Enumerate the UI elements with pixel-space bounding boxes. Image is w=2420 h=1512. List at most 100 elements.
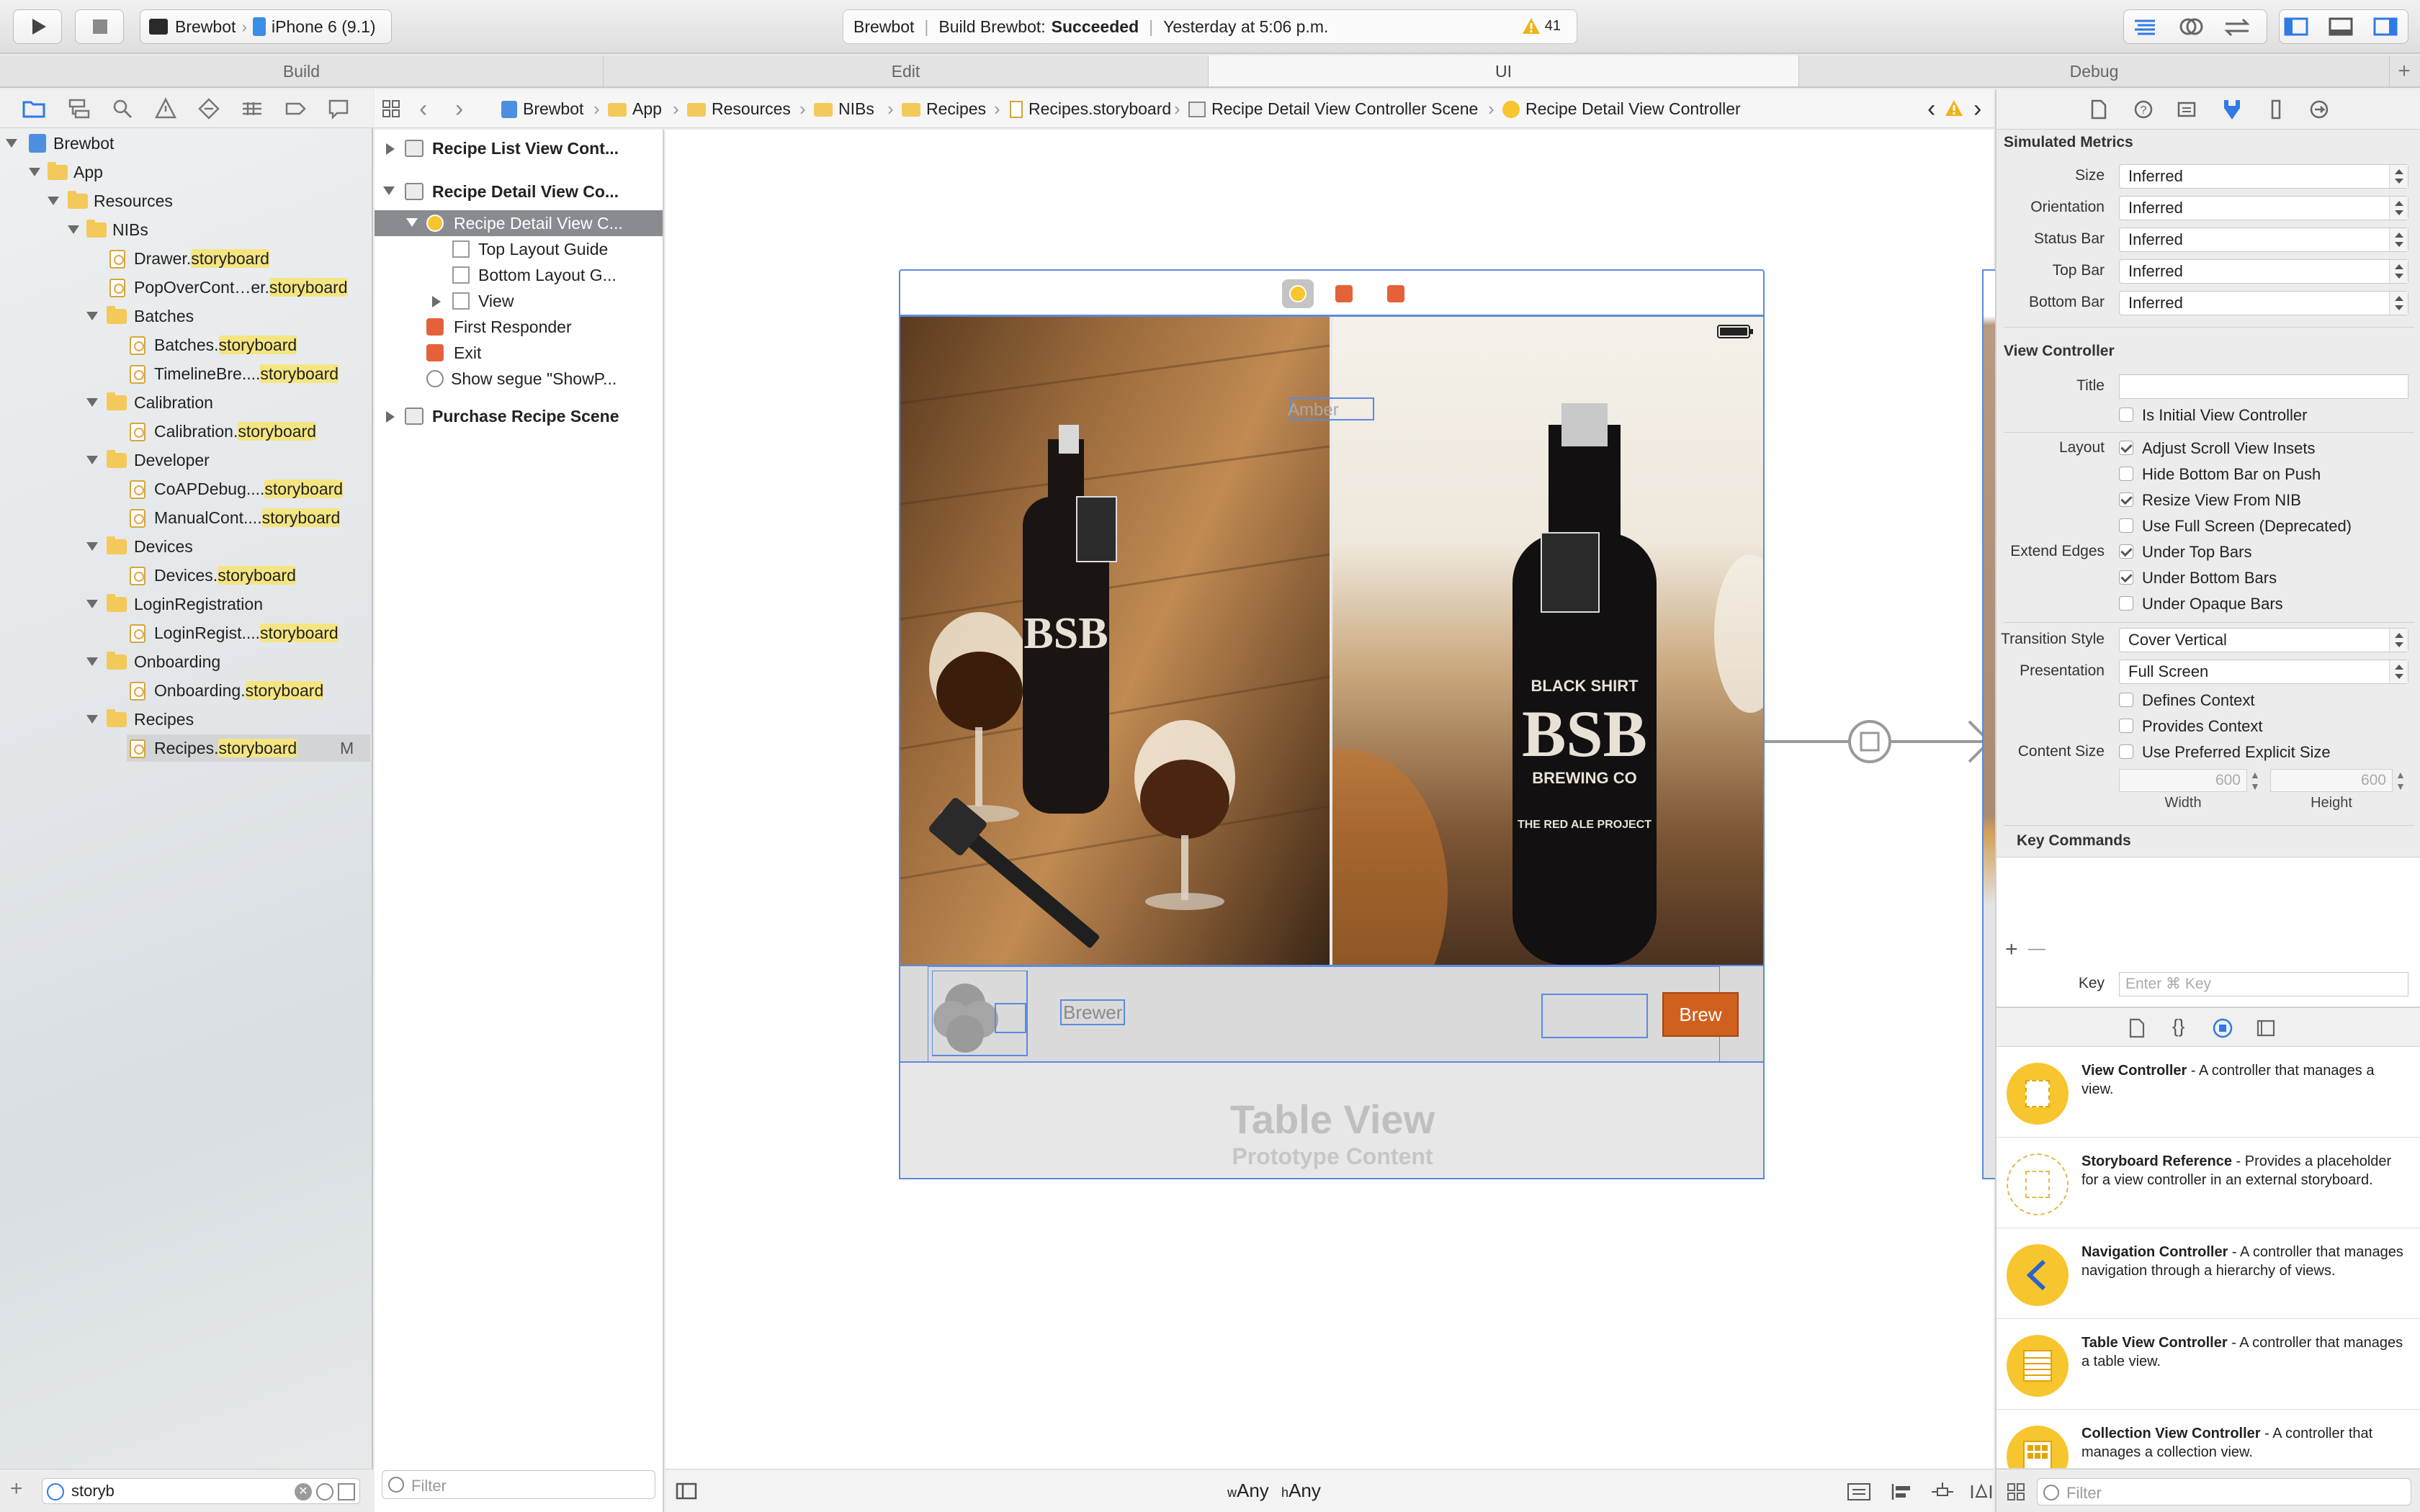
size-inspector-icon[interactable] <box>2266 99 2286 120</box>
brew-button[interactable]: Brew <box>1662 992 1739 1037</box>
bottom-bar-popup[interactable]: Inferred <box>2119 291 2408 315</box>
tree-item-devices-storyboard[interactable]: Devices.storyboard <box>0 562 373 589</box>
brewer-avatar-icon[interactable] <box>932 971 1033 1057</box>
tree-item-recipes-storyboard[interactable]: Recipes.storyboard M <box>127 734 370 762</box>
quick-help-icon[interactable]: ? <box>2133 99 2154 120</box>
tree-item-calibration-storyboard[interactable]: Calibration.storyboard <box>0 418 373 445</box>
outline-recipe-detail-vc[interactable]: Recipe Detail View C... <box>375 210 663 236</box>
breadcrumb-view-controller[interactable]: Recipe Detail View Controller <box>1502 89 1741 128</box>
embed-in-stack-icon[interactable] <box>1847 1482 1871 1501</box>
tree-item-brewbot[interactable]: Brewbot <box>0 130 373 157</box>
tab-edit[interactable]: Edit <box>604 55 1209 86</box>
view-controller-frame[interactable]: BSB BLACK SHIRT BSB BREWING CO THE RED A… <box>899 315 1765 1179</box>
search-icon[interactable] <box>110 96 135 121</box>
report-icon[interactable] <box>326 96 351 121</box>
file-inspector-icon[interactable] <box>2089 99 2109 120</box>
provides-context-checkbox[interactable] <box>2119 719 2133 733</box>
outline-first-responder[interactable]: First Responder <box>375 314 663 340</box>
warning-indicator[interactable]: 41 <box>1522 17 1561 35</box>
disclosure-icon[interactable] <box>383 186 395 195</box>
status-bar-popup[interactable]: Inferred <box>2119 228 2408 252</box>
tree-item-loginregist-storyboard[interactable]: LoginRegist....storyboard <box>0 619 373 647</box>
media-library-icon[interactable] <box>2256 1018 2276 1038</box>
image-view-right[interactable]: BLACK SHIRT BSB BREWING CO THE RED ALE P… <box>1332 317 1763 965</box>
warning-icon[interactable] <box>1945 99 1963 117</box>
next-issue-icon[interactable]: › <box>1973 95 1981 123</box>
breadcrumb-storyboard[interactable]: Recipes.storyboard <box>1010 89 1171 128</box>
utilities-toggle-icon[interactable] <box>2365 9 2406 44</box>
disclosure-icon[interactable] <box>48 197 59 205</box>
outline-filter-field[interactable]: Filter <box>382 1470 655 1499</box>
key-field[interactable]: Enter ⌘ Key <box>2119 972 2408 996</box>
disclosure-icon[interactable] <box>86 312 98 320</box>
resize-from-nib-checkbox[interactable] <box>2119 492 2133 507</box>
outline-bottom-layout-guide[interactable]: Bottom Layout G... <box>375 262 663 288</box>
disclosure-icon[interactable] <box>86 456 98 464</box>
outline-view[interactable]: View <box>375 288 663 314</box>
hide-bottom-bar-checkbox[interactable] <box>2119 467 2133 481</box>
tree-item-manualcont-storyboard[interactable]: ManualCont....storyboard <box>0 504 373 531</box>
first-responder-icon[interactable] <box>1335 285 1353 302</box>
debug-icon[interactable] <box>240 96 264 121</box>
orientation-popup[interactable]: Inferred <box>2119 196 2408 220</box>
size-class-control[interactable]: wAny hAny <box>1227 1480 1321 1502</box>
image-view-left[interactable]: BSB <box>900 317 1330 965</box>
disclosure-icon[interactable] <box>86 600 98 608</box>
tab-debug[interactable]: Debug <box>1799 55 2390 86</box>
disclosure-icon[interactable] <box>406 218 418 227</box>
connections-inspector-icon[interactable] <box>2309 99 2329 120</box>
adjust-insets-checkbox[interactable] <box>2119 441 2133 455</box>
scm-filter-icon[interactable] <box>338 1483 355 1500</box>
disclosure-icon[interactable] <box>68 225 79 234</box>
code-snippet-icon[interactable]: {} <box>2172 1015 2184 1038</box>
tree-item-batches-storyboard[interactable]: Batches.storyboard <box>0 331 373 359</box>
recent-files-icon[interactable] <box>316 1483 333 1500</box>
tree-item-coapdebug-storyboard[interactable]: CoAPDebug....storyboard <box>0 475 373 503</box>
library-item-storyboard-reference[interactable]: Storyboard Reference - Provides a placeh… <box>1996 1138 2420 1228</box>
resolve-issues-icon[interactable] <box>1969 1482 1994 1501</box>
clear-filter-icon[interactable]: ✕ <box>295 1483 312 1500</box>
attributes-inspector-icon[interactable] <box>2221 98 2243 121</box>
library-item-collection-view-controller[interactable]: Collection View Controller - A controlle… <box>1996 1410 2420 1469</box>
add-file-button[interactable]: + <box>10 1478 23 1500</box>
remove-key-command-button[interactable]: — <box>2028 939 2045 959</box>
key-commands-list[interactable] <box>1996 857 2420 1030</box>
disclosure-icon[interactable] <box>386 143 395 155</box>
is-initial-checkbox[interactable] <box>2119 408 2133 422</box>
tree-item-timeline-storyboard[interactable]: TimelineBre....storyboard <box>0 360 373 387</box>
pin-icon[interactable] <box>1930 1482 1955 1501</box>
outline-purchase-recipe-scene[interactable]: Purchase Recipe Scene <box>375 403 663 429</box>
under-bottom-bars-checkbox[interactable] <box>2119 570 2133 585</box>
purchase-recipe-scene-preview[interactable] <box>1982 269 1996 1179</box>
brewer-cell[interactable]: Brewer Brew <box>900 965 1763 1063</box>
previous-issue-icon[interactable]: ‹ <box>1927 95 1935 123</box>
outline-show-segue[interactable]: Show segue "ShowP... <box>375 366 663 392</box>
tree-item-drawer-storyboard[interactable]: Drawer.storyboard <box>0 245 373 272</box>
tree-item-app[interactable]: App <box>0 158 373 186</box>
tree-item-onboarding-storyboard[interactable]: Onboarding.storyboard <box>0 677 373 704</box>
disclosure-icon[interactable] <box>29 168 40 176</box>
tree-item-batches[interactable]: Batches <box>0 302 373 330</box>
tree-item-loginregistration[interactable]: LoginRegistration <box>0 590 373 618</box>
width-stepper-icon[interactable]: ▲ ▼ <box>2250 769 2260 792</box>
disclosure-icon[interactable] <box>86 542 98 551</box>
scheme-selector[interactable]: Brewbot › iPhone 6 (9.1) <box>140 9 392 44</box>
defines-context-checkbox[interactable] <box>2119 693 2133 707</box>
add-tab-button[interactable]: + <box>2388 55 2420 86</box>
object-library-icon[interactable] <box>2213 1018 2233 1038</box>
brewer-status-label[interactable] <box>1541 994 1648 1038</box>
forward-arrow-icon[interactable]: › <box>455 95 463 123</box>
related-items-icon[interactable] <box>382 99 400 118</box>
disclosure-icon[interactable] <box>86 715 98 724</box>
segue-arrow[interactable] <box>1765 713 1994 770</box>
outline-toggle-icon[interactable] <box>676 1482 697 1500</box>
hierarchy-icon[interactable] <box>67 96 91 121</box>
library-item-table-view-controller[interactable]: Table View Controller - A controller tha… <box>1996 1319 2420 1410</box>
tree-item-nibs[interactable]: NIBs <box>0 216 373 243</box>
table-view[interactable]: Table View Prototype Content <box>900 1063 1763 1178</box>
issue-icon[interactable] <box>153 96 178 121</box>
under-top-bars-checkbox[interactable] <box>2119 544 2133 559</box>
brewer-label[interactable]: Brewer <box>1060 999 1126 1025</box>
transition-style-popup[interactable]: Cover Vertical <box>2119 628 2408 652</box>
folder-icon[interactable] <box>22 96 46 121</box>
